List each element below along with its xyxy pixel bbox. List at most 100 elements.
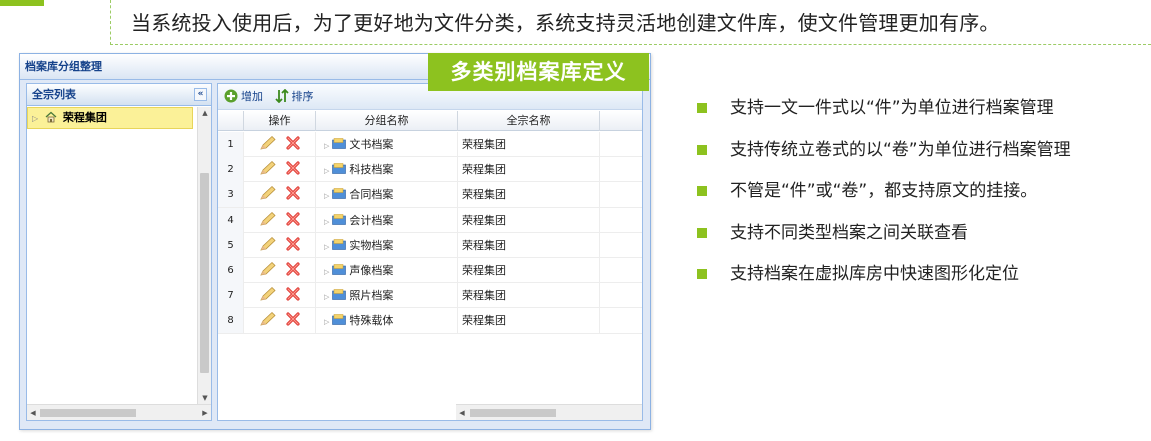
row-actions <box>244 257 316 283</box>
group-name: 声像档案 <box>349 263 394 277</box>
sort-label: 排序 <box>291 90 314 103</box>
group-name-cell[interactable]: ▷ 文书档案 <box>316 132 458 157</box>
expand-arrow-icon[interactable]: ▷ <box>324 192 329 200</box>
table-row[interactable]: 5 ▷ 实物档案 荣程集团 <box>218 232 642 258</box>
table-row[interactable]: 2 ▷ 科技档案 荣程集团 <box>218 157 642 183</box>
pencil-icon[interactable] <box>259 185 277 201</box>
scroll-thumb[interactable] <box>200 173 209 373</box>
archive-folder-icon <box>332 289 347 300</box>
row-actions <box>244 283 316 309</box>
delete-x-icon[interactable] <box>285 286 301 302</box>
feature-item: 支持传统立卷式的以“卷”为单位进行档案管理 <box>697 138 1147 180</box>
fonds-name-cell: 荣程集团 <box>458 308 600 334</box>
group-name-cell[interactable]: ▷ 实物档案 <box>316 232 458 258</box>
left-vertical-scrollbar[interactable]: ▲ ▼ <box>197 107 211 404</box>
scroll-right-icon[interactable]: ▶ <box>199 405 211 421</box>
tree-item-rongcheng[interactable]: ▷ 荣程集团 <box>27 107 193 129</box>
double-chevron-left-icon[interactable]: « <box>194 88 207 101</box>
feature-item: 支持一文一件式以“件”为单位进行档案管理 <box>697 96 1147 138</box>
header-fonds-name[interactable]: 全宗名称 <box>458 111 600 131</box>
delete-x-icon[interactable] <box>285 135 301 151</box>
bullet-square-icon <box>697 144 707 155</box>
table-row[interactable]: 4 ▷ 会计档案 荣程集团 <box>218 207 642 233</box>
delete-x-icon[interactable] <box>285 261 301 277</box>
archive-folder-icon <box>332 239 347 250</box>
pencil-icon[interactable] <box>259 236 277 252</box>
feature-item: 支持不同类型档案之间关联查看 <box>697 221 1147 263</box>
group-name-cell[interactable]: ▷ 合同档案 <box>316 182 458 208</box>
group-grid-panel: 增加 排序 操作 分组名称 全宗名称 1 ▷ 文书档案 荣程集团 2 ▷ 科技档案 荣程集团 3… <box>217 83 643 421</box>
expand-arrow-icon[interactable]: ▷ <box>32 114 38 123</box>
scroll-up-icon[interactable]: ▲ <box>198 107 212 119</box>
tree-item-label: 荣程集团 <box>62 111 107 124</box>
group-name-cell[interactable]: ▷ 科技档案 <box>316 157 458 183</box>
table-row[interactable]: 1 ▷ 文书档案 荣程集团 <box>218 132 642 158</box>
expand-arrow-icon[interactable]: ▷ <box>324 218 329 226</box>
plus-icon <box>224 89 238 103</box>
pencil-icon[interactable] <box>259 160 277 176</box>
add-button[interactable]: 增加 <box>224 84 263 110</box>
pencil-icon[interactable] <box>259 135 277 151</box>
pencil-icon[interactable] <box>259 286 277 302</box>
group-name: 照片档案 <box>349 289 394 303</box>
group-name-cell[interactable]: ▷ 特殊载体 <box>316 308 458 334</box>
table-row[interactable]: 8 ▷ 特殊载体 荣程集团 <box>218 308 642 334</box>
delete-x-icon[interactable] <box>285 160 301 176</box>
fonds-list-panel: 全宗列表 « ▷ 荣程集团 ▲ ▼ ◀ ▶ <box>26 83 212 421</box>
scroll-left-icon[interactable]: ◀ <box>27 405 39 421</box>
grid-horizontal-scrollbar[interactable]: ◀ <box>456 404 642 420</box>
group-name: 会计档案 <box>349 213 394 227</box>
left-horizontal-scrollbar[interactable]: ◀ ▶ <box>27 404 211 420</box>
slide: 当系统投入使用后，为了更好地为文件分类，系统支持灵活地创建文件库，使文件管理更加… <box>0 0 1151 441</box>
fonds-list-title: 全宗列表 <box>32 88 76 101</box>
expand-arrow-icon[interactable]: ▷ <box>324 243 329 251</box>
row-number: 5 <box>218 232 244 258</box>
bullet-square-icon <box>697 186 707 196</box>
row-number: 1 <box>218 132 244 157</box>
header-group-name[interactable]: 分组名称 <box>316 111 458 131</box>
fonds-name-cell: 荣程集团 <box>458 257 600 283</box>
header-rownum <box>218 111 244 131</box>
expand-arrow-icon[interactable]: ▷ <box>324 318 329 326</box>
pencil-icon[interactable] <box>259 311 277 327</box>
filler-cell <box>600 233 642 258</box>
archive-folder-icon <box>332 213 347 225</box>
table-row[interactable]: 3 ▷ 合同档案 荣程集团 <box>218 182 642 208</box>
delete-x-icon[interactable] <box>285 236 301 252</box>
home-icon <box>45 111 57 123</box>
row-number: 4 <box>218 207 244 233</box>
header-action[interactable]: 操作 <box>244 111 316 131</box>
group-name-cell[interactable]: ▷ 照片档案 <box>316 283 458 309</box>
pencil-icon[interactable] <box>259 261 277 277</box>
delete-x-icon[interactable] <box>285 311 301 327</box>
expand-arrow-icon[interactable]: ▷ <box>324 293 329 301</box>
scroll-thumb[interactable] <box>470 409 556 417</box>
archive-folder-icon <box>332 188 347 200</box>
feature-text: 支持传统立卷式的以“卷”为单位进行档案管理 <box>730 139 1071 160</box>
feature-text: 支持一文一件式以“件”为单位进行档案管理 <box>730 98 1054 118</box>
pencil-icon[interactable] <box>259 211 277 227</box>
scroll-left-icon[interactable]: ◀ <box>456 405 468 421</box>
row-actions <box>244 182 316 208</box>
table-row[interactable]: 6 ▷ 声像档案 荣程集团 <box>218 257 642 284</box>
fonds-name-cell: 荣程集团 <box>458 132 600 157</box>
header-filler <box>600 111 642 131</box>
expand-arrow-icon[interactable]: ▷ <box>324 142 329 150</box>
sort-button[interactable]: 排序 <box>274 84 314 110</box>
bullet-square-icon <box>697 103 707 113</box>
feature-list: 支持一文一件式以“件”为单位进行档案管理 支持传统立卷式的以“卷”为单位进行档案… <box>697 96 1147 304</box>
scroll-down-icon[interactable]: ▼ <box>198 392 212 404</box>
expand-arrow-icon[interactable]: ▷ <box>324 167 329 175</box>
add-label: 增加 <box>241 90 263 103</box>
scroll-thumb[interactable] <box>40 409 136 417</box>
archive-folder-icon <box>332 314 347 326</box>
filler-cell <box>600 157 642 182</box>
table-row[interactable]: 7 ▷ 照片档案 荣程集团 <box>218 283 642 309</box>
filler-cell <box>600 132 642 157</box>
group-name-cell[interactable]: ▷ 会计档案 <box>316 207 458 233</box>
expand-arrow-icon[interactable]: ▷ <box>324 268 329 276</box>
group-name-cell[interactable]: ▷ 声像档案 <box>316 257 458 283</box>
delete-x-icon[interactable] <box>285 211 301 227</box>
feature-badge: 多类别档案库定义 <box>428 53 649 91</box>
delete-x-icon[interactable] <box>285 185 301 201</box>
